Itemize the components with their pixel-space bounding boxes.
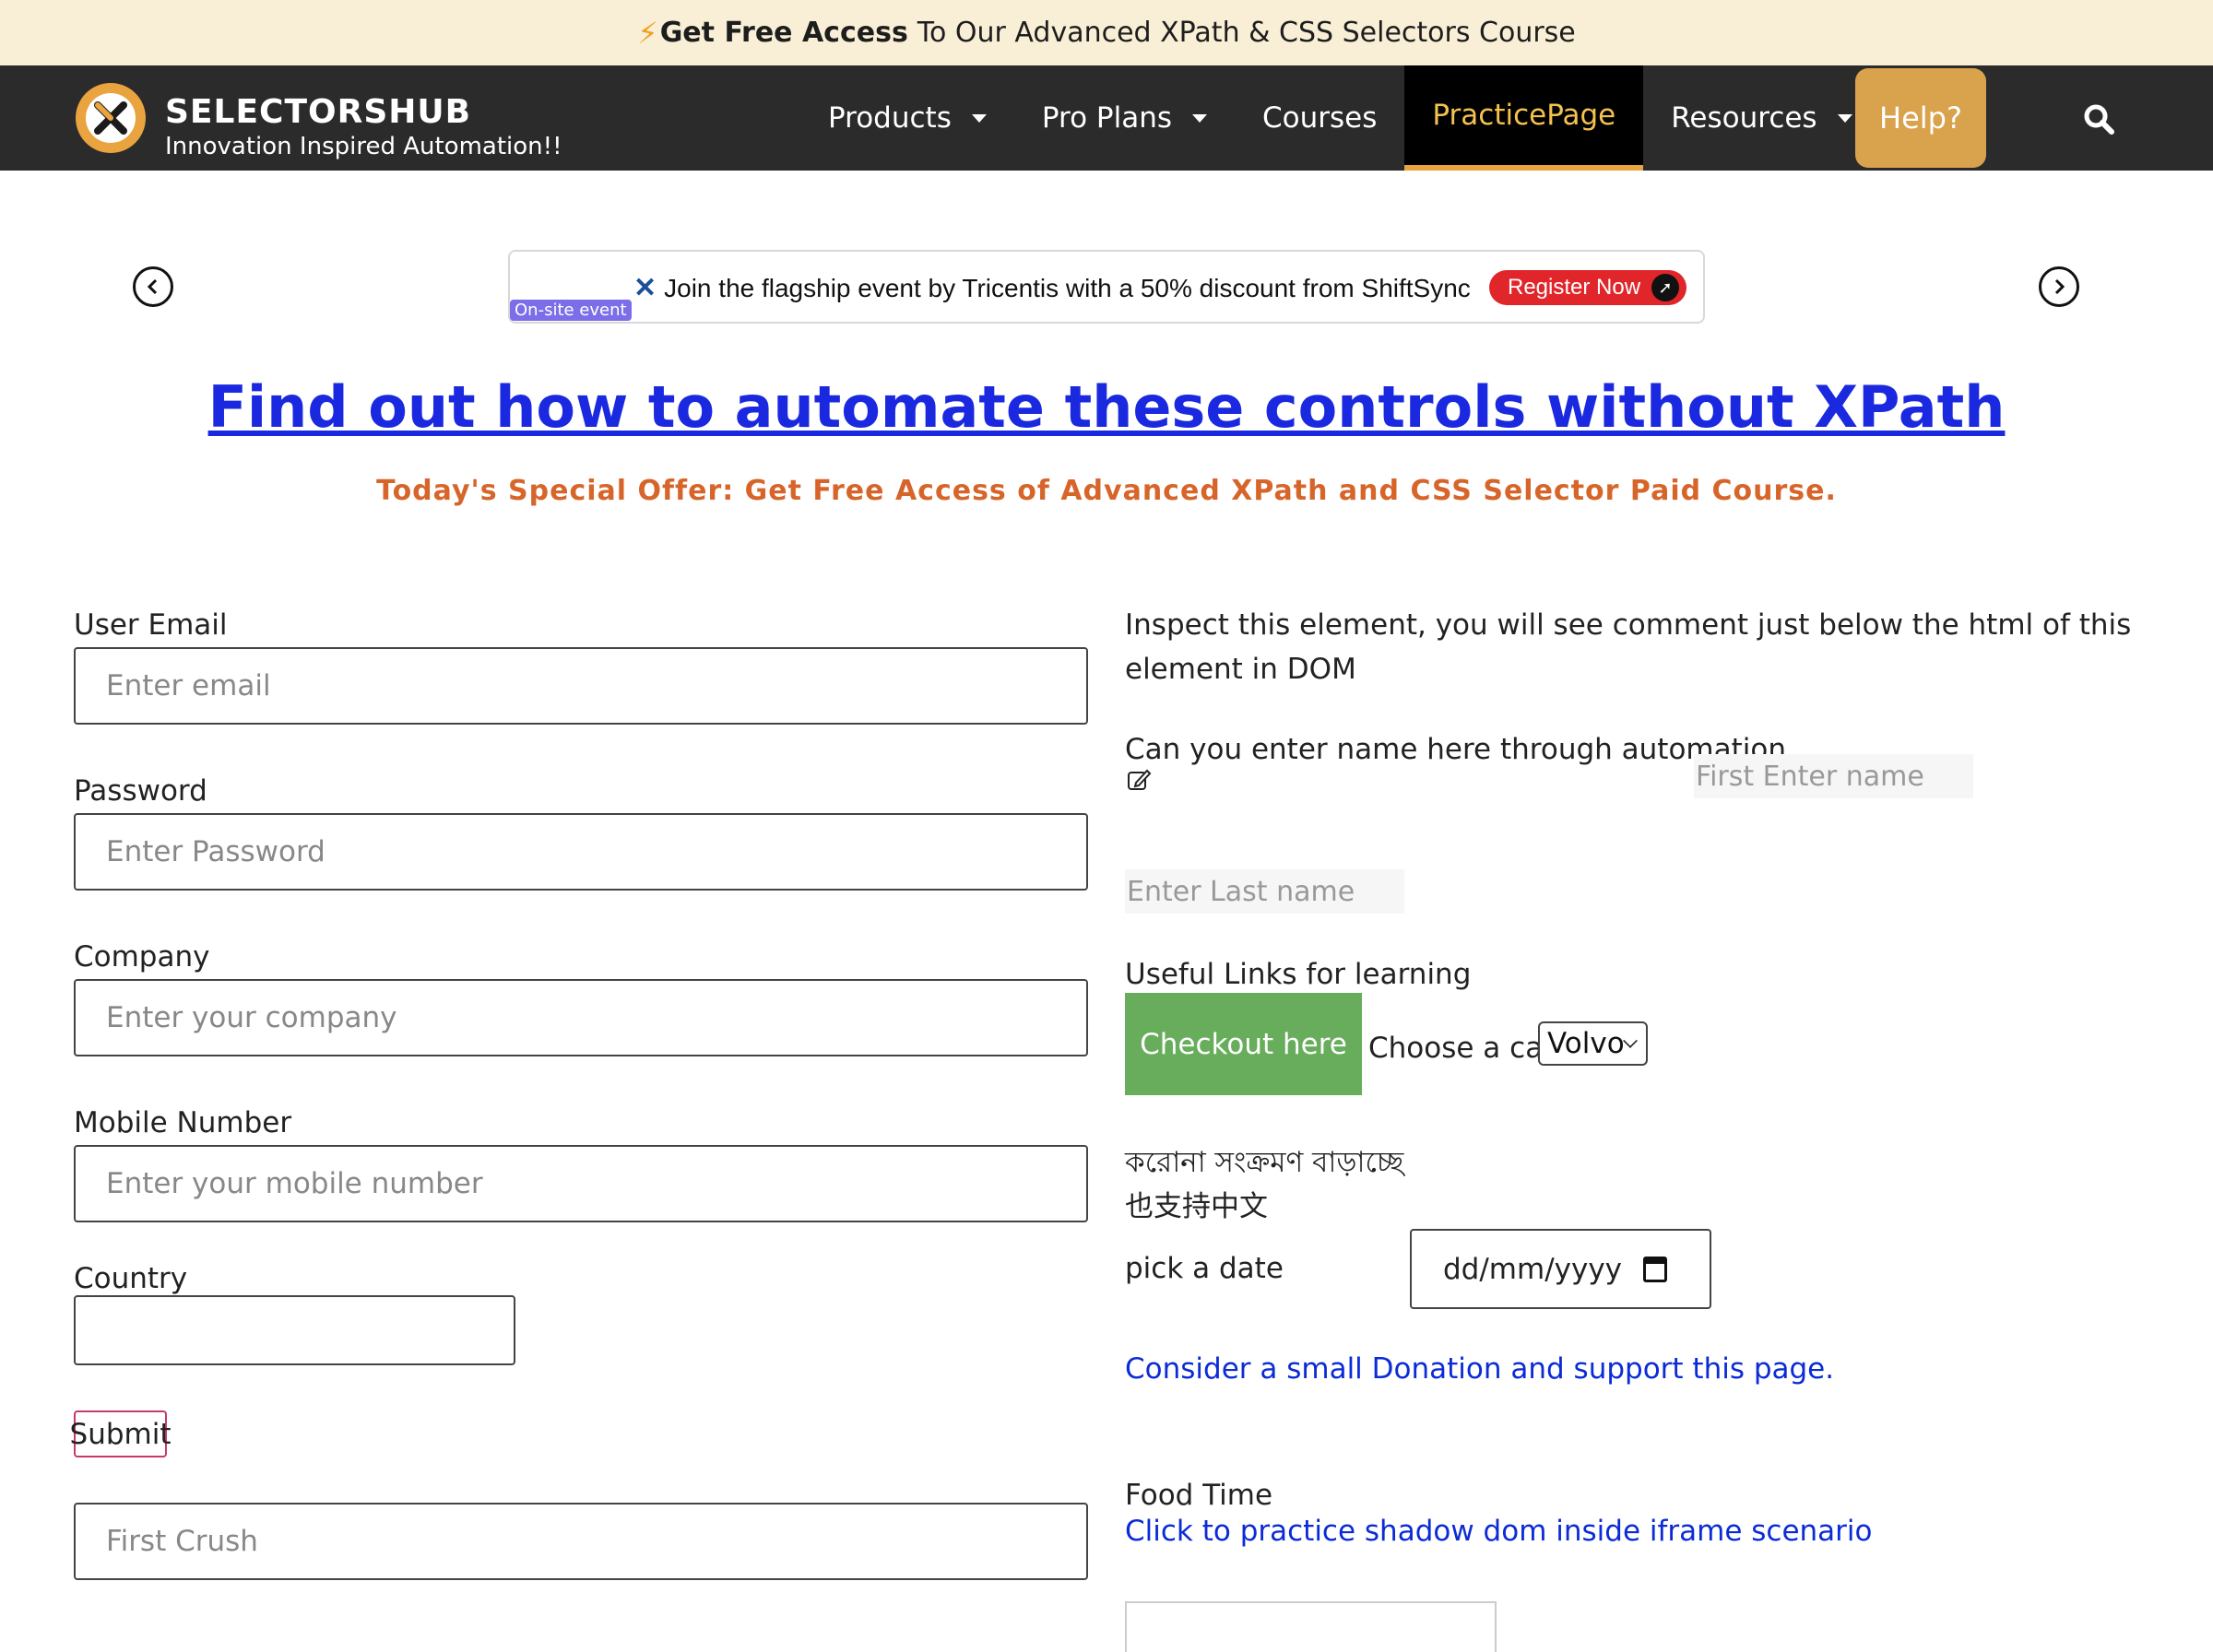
food-time-label: Food Time bbox=[1125, 1479, 1273, 1512]
email-label: User Email bbox=[74, 608, 228, 642]
nav-products[interactable]: Products bbox=[800, 65, 1014, 171]
nav-practice-page[interactable]: PracticePage bbox=[1404, 65, 1644, 171]
chevron-left-icon bbox=[147, 278, 158, 295]
nav-courses[interactable]: Courses bbox=[1235, 65, 1404, 171]
search-icon[interactable] bbox=[2082, 102, 2115, 136]
inspect-text: Inspect this element, you will see comme… bbox=[1125, 608, 2132, 686]
register-now-label: Register Now bbox=[1508, 275, 1641, 300]
useful-links-label: Useful Links for learning bbox=[1125, 958, 1472, 991]
password-label: Password bbox=[74, 774, 207, 808]
main-nav: Products Pro Plans Courses PracticePage … bbox=[800, 65, 1880, 171]
tricentis-x-icon: ✕ bbox=[633, 273, 657, 303]
company-label: Company bbox=[74, 940, 210, 974]
caret-down-icon bbox=[1837, 113, 1852, 123]
nav-courses-label: Courses bbox=[1262, 101, 1378, 135]
country-field[interactable] bbox=[74, 1295, 515, 1365]
lightning-icon: ⚡ bbox=[637, 15, 658, 51]
promo-banner[interactable]: ⚡ Get Free Access To Our Advanced XPath … bbox=[0, 0, 2213, 65]
edit-icon[interactable] bbox=[1127, 767, 1153, 793]
special-offer-text[interactable]: Today's Special Offer: Get Free Access o… bbox=[0, 475, 2213, 507]
last-name-field[interactable]: Enter Last name bbox=[1125, 869, 1404, 914]
nav-pro-plans[interactable]: Pro Plans bbox=[1014, 65, 1235, 171]
first-crush-field[interactable]: First Crush bbox=[74, 1503, 1088, 1580]
brand-name[interactable]: SELECTORSHUB bbox=[165, 93, 471, 131]
mobile-label: Mobile Number bbox=[74, 1106, 292, 1139]
nav-resources-label: Resources bbox=[1671, 101, 1817, 135]
password-field[interactable]: Enter Password bbox=[74, 813, 1088, 891]
ad-event-tag: On-site event bbox=[510, 300, 632, 321]
bengali-text: করোনা সংক্রমণ বাড়াচ্ছে bbox=[1125, 1146, 1404, 1179]
checkout-button[interactable]: Checkout here bbox=[1125, 993, 1362, 1095]
register-now-button[interactable]: Register Now ➚ bbox=[1489, 270, 1686, 305]
logo-icon[interactable] bbox=[76, 83, 146, 153]
carousel-next-button[interactable] bbox=[2039, 266, 2079, 307]
logo-x-icon bbox=[94, 101, 127, 135]
nav-resources[interactable]: Resources bbox=[1643, 65, 1879, 171]
name-prompt: Can you enter name here through automati… bbox=[1125, 733, 1786, 766]
first-name-field[interactable]: First Enter name bbox=[1694, 754, 1973, 798]
help-button[interactable]: Help? bbox=[1855, 68, 1986, 168]
promo-text: To Our Advanced XPath & CSS Selectors Co… bbox=[917, 17, 1576, 49]
ad-banner[interactable]: On-site event ✕ Join the flagship event … bbox=[508, 250, 1705, 324]
mobile-field[interactable]: Enter your mobile number bbox=[74, 1145, 1088, 1222]
caret-down-icon bbox=[971, 113, 987, 123]
cursor-icon: ➚ bbox=[1651, 274, 1679, 301]
car-selected-value: Volvo bbox=[1547, 1027, 1625, 1060]
shadow-dom-iframe-link[interactable]: Click to practice shadow dom inside ifra… bbox=[1125, 1515, 1873, 1548]
car-label: Choose a car: bbox=[1368, 1032, 1564, 1065]
chevron-right-icon bbox=[2054, 278, 2065, 295]
car-select[interactable]: Volvo bbox=[1538, 1021, 1648, 1066]
site-header: SELECTORSHUB Innovation Inspired Automat… bbox=[0, 65, 2213, 171]
chevron-down-icon bbox=[1623, 1033, 1638, 1048]
nav-pro-plans-label: Pro Plans bbox=[1041, 101, 1172, 135]
nav-products-label: Products bbox=[828, 101, 952, 135]
submit-button[interactable]: Submit bbox=[70, 1410, 171, 1457]
chinese-text: 也支持中文 bbox=[1125, 1190, 1268, 1223]
company-field[interactable]: Enter your company bbox=[74, 979, 1088, 1056]
date-label: pick a date bbox=[1125, 1252, 1284, 1285]
caret-down-icon bbox=[1192, 113, 1207, 123]
carousel-prev-button[interactable] bbox=[133, 266, 173, 307]
calendar-icon[interactable] bbox=[1643, 1257, 1667, 1282]
embedded-iframe[interactable] bbox=[1125, 1601, 1497, 1652]
ad-text: ✕ Join the flagship event by Tricentis w… bbox=[633, 272, 1471, 304]
nav-practice-label: PracticePage bbox=[1432, 99, 1616, 132]
date-placeholder: dd/mm/yyyy bbox=[1443, 1252, 1623, 1286]
page-headline-link[interactable]: Find out how to automate these controls … bbox=[0, 373, 2213, 441]
brand-tagline: Innovation Inspired Automation!! bbox=[165, 133, 562, 160]
date-picker[interactable]: dd/mm/yyyy bbox=[1410, 1229, 1711, 1309]
donation-link[interactable]: Consider a small Donation and support th… bbox=[1125, 1352, 1834, 1386]
country-label: Country bbox=[74, 1262, 188, 1295]
promo-strong-text: Get Free Access bbox=[659, 17, 908, 49]
ad-message: Join the flagship event by Tricentis wit… bbox=[664, 273, 1471, 302]
email-field[interactable]: Enter email bbox=[74, 647, 1088, 725]
